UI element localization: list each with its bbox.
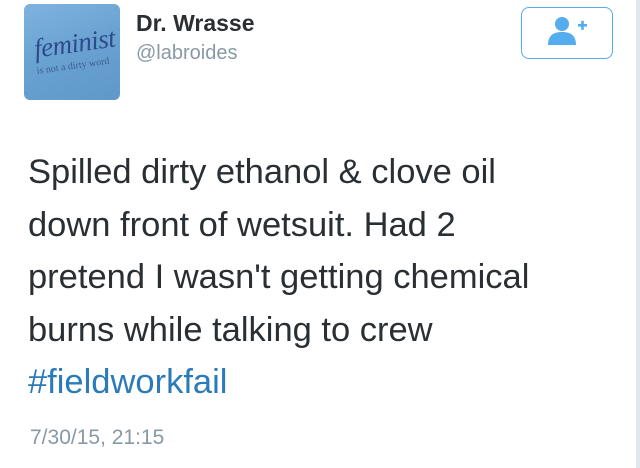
tweet-text: Spilled dirty ethanol & clove oil down f… <box>28 146 628 409</box>
display-name[interactable]: Dr. Wrasse <box>136 10 254 37</box>
tweet-line: burns while talking to crew <box>28 310 433 349</box>
follow-user-icon <box>544 15 590 52</box>
tweet-line: down front of wetsuit. Had 2 <box>28 205 456 244</box>
user-handle[interactable]: @labroides <box>136 42 237 65</box>
avatar[interactable]: feminist is not a dirty word <box>24 4 120 100</box>
tweet-line: Spilled dirty ethanol & clove oil <box>28 153 496 191</box>
scroll-edge-divider <box>636 0 640 468</box>
follow-button[interactable] <box>521 7 613 59</box>
tweet-line: pretend I wasn't getting chemical <box>28 258 530 296</box>
tweet-timestamp[interactable]: 7/30/15, 21:15 <box>30 426 164 450</box>
hashtag-link[interactable]: #fieldworkfail <box>28 356 628 409</box>
